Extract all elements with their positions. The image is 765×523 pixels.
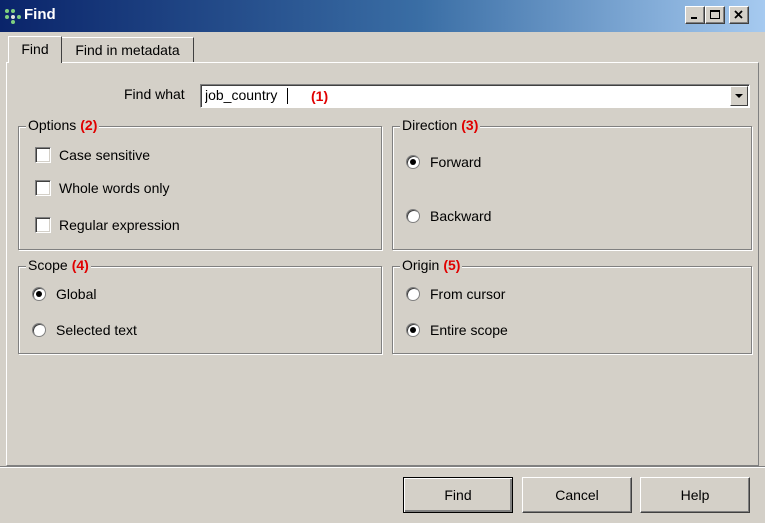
options-group: Options (2) Case sensitive Whole words on… xyxy=(18,117,382,250)
annotation-3: (3) xyxy=(461,117,479,133)
selected-text-radio[interactable]: Selected text xyxy=(32,322,137,338)
scope-group-caption: Scope (4) xyxy=(26,257,91,273)
find-what-label: Find what xyxy=(124,86,185,102)
forward-radio[interactable]: Forward xyxy=(406,154,481,170)
origin-group: Origin (5) From cursor Entire scope xyxy=(392,257,752,354)
origin-title: Origin xyxy=(402,257,440,273)
annotation-5: (5) xyxy=(443,257,461,273)
checkbox-box[interactable] xyxy=(35,180,51,196)
footer-divider xyxy=(0,466,765,468)
entire-scope-radio[interactable]: Entire scope xyxy=(406,322,508,338)
annotation-4: (4) xyxy=(71,257,89,273)
close-button[interactable] xyxy=(729,6,749,24)
tab-find-in-metadata[interactable]: Find in metadata xyxy=(62,37,194,62)
maximize-button[interactable] xyxy=(705,6,725,24)
help-button[interactable]: Help xyxy=(640,477,750,513)
whole-words-checkbox[interactable]: Whole words only xyxy=(35,180,170,196)
origin-group-caption: Origin (5) xyxy=(400,257,463,273)
scope-group: Scope (4) Global Selected text xyxy=(18,257,382,354)
selected-text-label: Selected text xyxy=(56,322,137,338)
direction-group-caption: Direction (3) xyxy=(400,117,481,133)
radio-button-selected[interactable] xyxy=(406,323,420,337)
radio-button[interactable] xyxy=(406,209,420,223)
tab-panel xyxy=(6,62,759,466)
direction-title: Direction xyxy=(402,117,458,133)
case-sensitive-label: Case sensitive xyxy=(59,147,151,163)
find-button[interactable]: Find xyxy=(403,477,513,513)
checkbox-box[interactable] xyxy=(35,147,51,163)
tab-find[interactable]: Find xyxy=(8,36,62,63)
scope-title: Scope xyxy=(28,257,68,273)
radio-button[interactable] xyxy=(406,287,420,301)
find-what-input[interactable] xyxy=(205,86,705,104)
annotation-2: (2) xyxy=(80,117,98,133)
annotation-1: (1) xyxy=(311,88,329,104)
close-icon xyxy=(734,10,743,19)
from-cursor-label: From cursor xyxy=(430,286,506,302)
options-title: Options xyxy=(28,117,77,133)
forward-label: Forward xyxy=(430,154,482,170)
global-label: Global xyxy=(56,286,97,302)
find-what-dropdown-button[interactable] xyxy=(730,86,748,106)
window-title: Find xyxy=(24,6,56,23)
whole-words-label: Whole words only xyxy=(59,180,170,196)
title-bar[interactable]: Find xyxy=(0,0,765,32)
minimize-icon xyxy=(691,17,697,19)
regular-expression-label: Regular expression xyxy=(59,217,180,233)
radio-button[interactable] xyxy=(32,323,46,337)
checkbox-box[interactable] xyxy=(35,217,51,233)
backward-radio[interactable]: Backward xyxy=(406,208,491,224)
from-cursor-radio[interactable]: From cursor xyxy=(406,286,505,302)
minimize-button[interactable] xyxy=(685,6,705,24)
global-radio[interactable]: Global xyxy=(32,286,96,302)
case-sensitive-checkbox[interactable]: Case sensitive xyxy=(35,147,150,163)
cancel-button[interactable]: Cancel xyxy=(522,477,632,513)
chevron-down-icon xyxy=(735,94,743,98)
backward-label: Backward xyxy=(430,208,492,224)
find-what-combobox[interactable] xyxy=(200,84,750,108)
find-app-icon xyxy=(5,9,21,24)
radio-button-selected[interactable] xyxy=(32,287,46,301)
options-group-caption: Options (2) xyxy=(26,117,100,133)
direction-group: Direction (3) Forward Backward xyxy=(392,117,752,250)
radio-button-selected[interactable] xyxy=(406,155,420,169)
entire-scope-label: Entire scope xyxy=(430,322,508,338)
text-caret xyxy=(287,88,288,104)
maximize-icon xyxy=(710,10,720,19)
regular-expression-checkbox[interactable]: Regular expression xyxy=(35,217,180,233)
